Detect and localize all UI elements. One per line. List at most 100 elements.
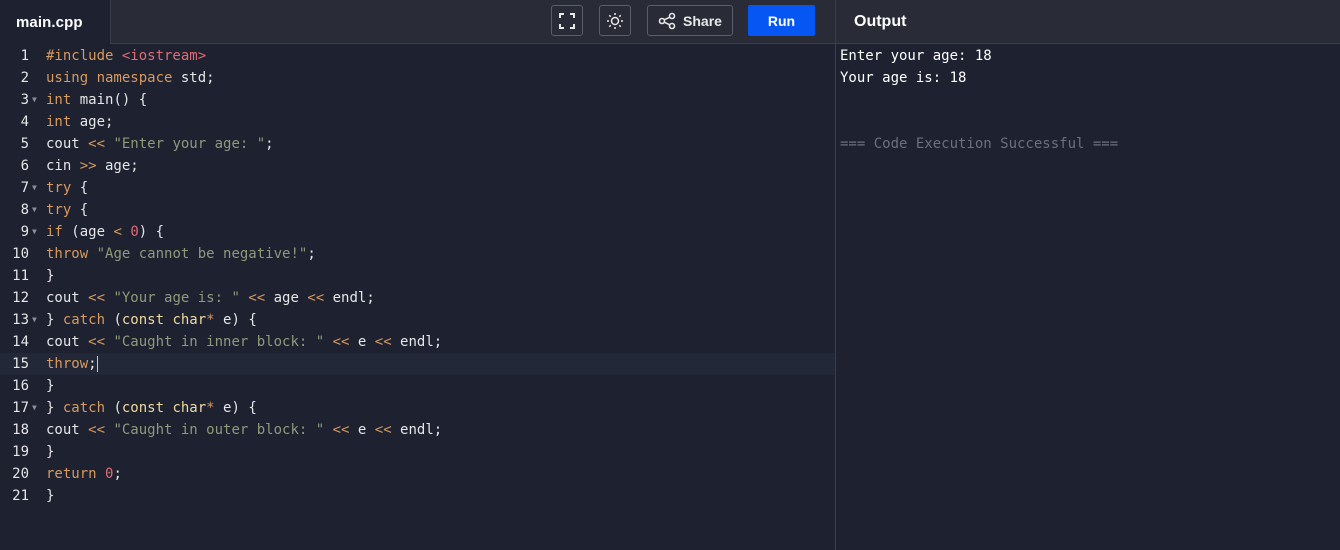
- code-line[interactable]: 11}: [0, 265, 835, 287]
- code-line[interactable]: 10 throw "Age cannot be negative!";: [0, 243, 835, 265]
- code-line[interactable]: 7 ▼ try {: [0, 177, 835, 199]
- share-button[interactable]: Share: [647, 5, 733, 36]
- line-number: 2: [20, 70, 29, 86]
- code-token: age;: [96, 158, 139, 174]
- line-number: 11: [12, 268, 29, 284]
- code-token: {: [71, 202, 89, 218]
- code-line[interactable]: 14 cout << "Caught in inner block: " << e…: [0, 331, 835, 353]
- code-token: int: [46, 92, 72, 108]
- fold-arrow-icon[interactable]: ▼: [32, 397, 37, 419]
- code-line[interactable]: 4 int age;: [0, 111, 835, 133]
- code-line[interactable]: 3 ▼ int main() {: [0, 89, 835, 111]
- code-line[interactable]: 16}: [0, 375, 835, 397]
- share-label: Share: [683, 12, 722, 29]
- code-line[interactable]: 5 cout << "Enter your age: ";: [0, 133, 835, 155]
- code-line[interactable]: 19}: [0, 441, 835, 463]
- code-token: throw: [46, 356, 89, 372]
- line-number: 4: [20, 114, 29, 130]
- code-line[interactable]: 17 ▼ } catch (const char* e) {: [0, 397, 835, 419]
- code-token: }: [46, 444, 55, 460]
- code-line[interactable]: 2 using namespace std;: [0, 67, 835, 89]
- code-line[interactable]: 15 throw;: [0, 353, 835, 375]
- theme-toggle-button[interactable]: [599, 5, 631, 36]
- code-line[interactable]: 8 ▼ try {: [0, 199, 835, 221]
- code-line[interactable]: 21}: [0, 485, 835, 507]
- top-toolbar: main.cpp Share Run Output: [0, 0, 1340, 44]
- code-token: endl;: [391, 334, 443, 350]
- line-number: 17: [12, 400, 29, 416]
- code-line[interactable]: 20 return 0;: [0, 463, 835, 485]
- code-token: const char: [121, 312, 207, 328]
- file-tab-main-cpp[interactable]: main.cpp: [0, 0, 111, 44]
- code-line[interactable]: 1 #include <iostream>: [0, 45, 835, 67]
- output-line: Enter your age: 18: [840, 48, 992, 64]
- code-line[interactable]: 6 cin >> age;: [0, 155, 835, 177]
- code-token: try: [46, 202, 72, 218]
- code-text: }: [46, 375, 54, 397]
- code-token: *: [206, 312, 215, 328]
- code-token: throw: [46, 246, 89, 262]
- code-token: cout: [46, 136, 89, 152]
- code-token: (: [105, 312, 122, 328]
- code-text: cout << "Caught in inner block: " << e <…: [46, 331, 442, 353]
- code-text: } catch (const char* e) {: [46, 397, 257, 419]
- code-line[interactable]: 12 cout << "Your age is: " << age << endl…: [0, 287, 835, 309]
- text-cursor: [96, 356, 98, 372]
- code-token: }: [46, 378, 55, 394]
- code-editor[interactable]: 1 #include <iostream> 2 using namespace std…: [0, 45, 835, 550]
- line-number: 18: [12, 422, 29, 438]
- code-token: {: [71, 180, 89, 196]
- fold-arrow-icon[interactable]: ▼: [32, 177, 37, 199]
- code-line[interactable]: 9 ▼ if (age < 0) {: [0, 221, 835, 243]
- fullscreen-button[interactable]: [551, 5, 583, 36]
- code-token: int: [46, 114, 72, 130]
- run-button[interactable]: Run: [748, 5, 815, 36]
- fold-arrow-icon[interactable]: ▼: [32, 221, 37, 243]
- code-token: cout: [46, 334, 89, 350]
- code-token: e: [349, 422, 375, 438]
- code-token: return: [46, 466, 97, 482]
- code-text: }: [46, 265, 54, 287]
- code-token: e) {: [214, 312, 257, 328]
- code-token: }: [46, 268, 55, 284]
- line-number: 15: [12, 356, 29, 372]
- share-icon: [658, 12, 676, 29]
- execution-status: === Code Execution Successful ===: [840, 136, 1119, 152]
- code-token: main() {: [71, 92, 148, 108]
- code-token: >>: [79, 158, 97, 174]
- code-token: <<: [88, 422, 106, 438]
- code-token: <: [113, 224, 122, 240]
- code-token: e: [349, 334, 375, 350]
- code-token: <<: [88, 136, 106, 152]
- code-token: }: [46, 400, 63, 416]
- code-text: try {: [46, 177, 88, 199]
- line-number: 19: [12, 444, 29, 460]
- fold-arrow-icon[interactable]: ▼: [32, 89, 37, 111]
- fold-arrow-icon[interactable]: ▼: [32, 199, 37, 221]
- code-line[interactable]: 18 cout << "Caught in outer block: " << e…: [0, 419, 835, 441]
- code-text: cin >> age;: [46, 155, 139, 177]
- line-number: 9: [20, 224, 29, 240]
- line-number: 20: [12, 466, 29, 482]
- line-number: 16: [12, 378, 29, 394]
- code-token: <<: [374, 334, 392, 350]
- code-text: return 0;: [46, 463, 122, 485]
- code-text: } catch (const char* e) {: [46, 309, 257, 331]
- output-title: Output: [854, 13, 907, 30]
- code-text: }: [46, 485, 54, 507]
- code-token: (age: [62, 224, 114, 240]
- code-token: <<: [248, 290, 266, 306]
- code-text: #include <iostream>: [46, 45, 206, 67]
- code-token: "Enter your age: ": [113, 136, 266, 152]
- fold-arrow-icon[interactable]: ▼: [32, 309, 37, 331]
- code-token: *: [206, 400, 215, 416]
- code-token: ;: [265, 136, 274, 152]
- line-number: 3: [20, 92, 29, 108]
- code-token: 0: [130, 224, 139, 240]
- code-text: cout << "Enter your age: ";: [46, 133, 274, 155]
- code-token: ) {: [138, 224, 165, 240]
- code-line[interactable]: 13 ▼} catch (const char* e) {: [0, 309, 835, 331]
